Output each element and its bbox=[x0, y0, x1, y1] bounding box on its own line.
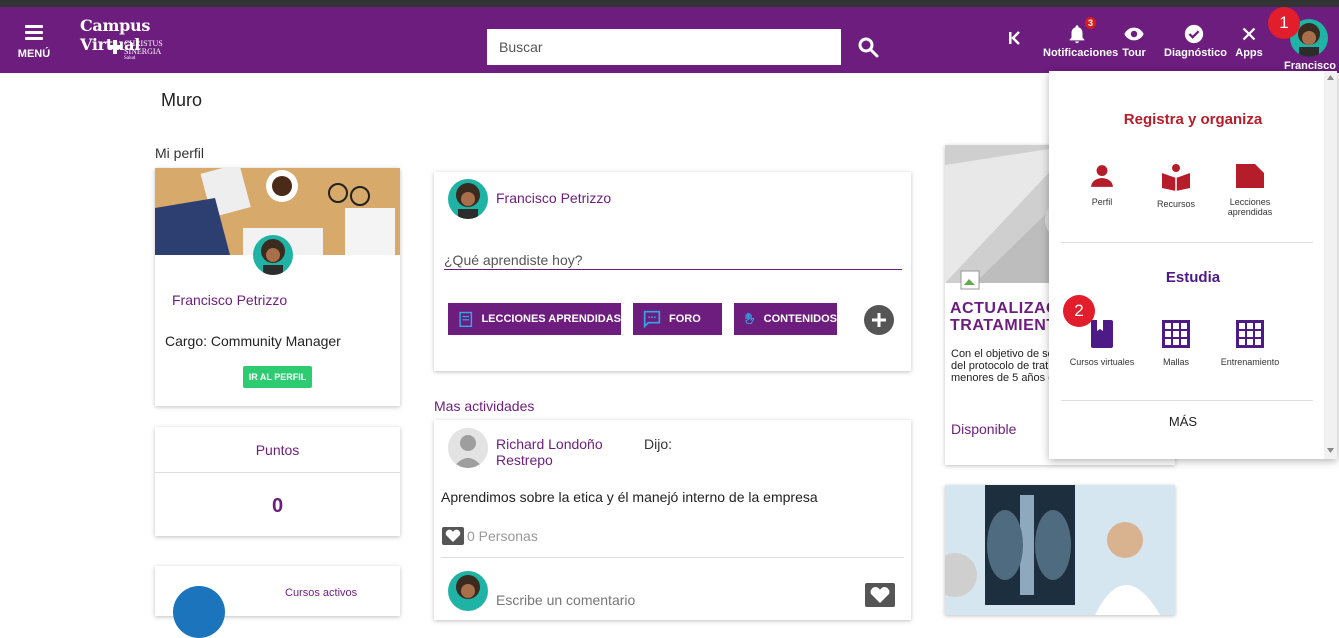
close-icon bbox=[1242, 27, 1256, 41]
step-marker-1: 1 bbox=[1268, 7, 1300, 39]
post-input[interactable]: ¿Qué aprendiste hoy? bbox=[444, 252, 902, 270]
news-status: Disponible bbox=[951, 421, 1017, 437]
lessons-learned-label: LECCIONES APRENDIDAS bbox=[481, 313, 621, 325]
brand-logo[interactable]: Campus Virtual CHRISTUS SINERGIA Salud bbox=[80, 16, 210, 61]
tour-label: Tour bbox=[1122, 47, 1146, 59]
apps-button[interactable]: Apps bbox=[1234, 23, 1264, 59]
forum-label: FORO bbox=[669, 313, 701, 325]
check-circle-icon bbox=[1184, 24, 1204, 44]
go-to-profile-button[interactable]: IR AL PERFIL bbox=[243, 366, 312, 388]
chat-icon bbox=[643, 310, 661, 329]
notifications-label: Notificaciones bbox=[1043, 47, 1119, 59]
composer-avatar bbox=[448, 179, 488, 219]
comment-input[interactable]: Escribe un comentario bbox=[496, 592, 635, 608]
heart-icon[interactable] bbox=[442, 527, 464, 545]
profile-cargo: Cargo: Community Manager bbox=[165, 333, 341, 349]
plus-icon bbox=[872, 313, 886, 327]
active-courses-label: Cursos activos bbox=[285, 587, 358, 599]
hand-icon bbox=[745, 313, 755, 325]
apps-item-entrenamiento[interactable]: Entrenamiento bbox=[1215, 319, 1285, 367]
divider bbox=[441, 557, 904, 558]
courses-icon bbox=[173, 586, 225, 638]
christus-cross-icon bbox=[108, 40, 122, 54]
apps-label: Apps bbox=[1235, 47, 1263, 59]
add-more-button[interactable] bbox=[864, 305, 894, 335]
apps-item-perfil[interactable]: Perfil bbox=[1067, 163, 1137, 207]
estudia-section-title: Estudia bbox=[1165, 269, 1221, 286]
contents-label: CONTENIDOS bbox=[763, 313, 837, 325]
book-open-icon bbox=[1162, 164, 1190, 191]
notifications-badge: 3 bbox=[1085, 17, 1097, 29]
page-title: Muro bbox=[161, 90, 203, 110]
xray-news-card[interactable] bbox=[945, 485, 1175, 615]
search-icon[interactable] bbox=[856, 35, 880, 59]
search-input[interactable] bbox=[487, 29, 841, 65]
commenter-avatar bbox=[448, 571, 488, 611]
author-avatar[interactable] bbox=[448, 428, 488, 468]
contents-button[interactable]: CONTENIDOS bbox=[734, 303, 837, 335]
step-marker-2: 2 bbox=[1063, 295, 1095, 327]
menu-label: MENÚ bbox=[17, 48, 51, 60]
apps-dropdown: Registra y organiza Perfil Recursos Lecc… bbox=[1049, 71, 1337, 459]
profile-section-label: Mi perfil bbox=[155, 145, 205, 161]
heart-icon[interactable] bbox=[865, 583, 895, 607]
menu-button[interactable]: MENÚ bbox=[14, 25, 54, 62]
more-apps-button[interactable]: MÁS bbox=[1049, 414, 1317, 429]
said-label: Dijo: bbox=[644, 436, 673, 452]
apps-item-mallas[interactable]: Mallas bbox=[1141, 319, 1211, 367]
profile-name[interactable]: Francisco Petrizzo bbox=[172, 292, 287, 308]
lessons-learned-button[interactable]: LECCIONES APRENDIDAS bbox=[448, 303, 621, 335]
hamburger-icon bbox=[25, 25, 43, 40]
notifications-button[interactable]: 3 Notificaciones bbox=[1043, 17, 1118, 59]
person-icon bbox=[1091, 165, 1113, 187]
broken-image-icon bbox=[960, 270, 980, 290]
label-icon bbox=[1236, 164, 1264, 188]
header-bar: MENÚ Campus Virtual CHRISTUS SINERGIA Sa… bbox=[0, 7, 1339, 73]
news-body: Con el objetivo de so del protocolo de t… bbox=[951, 348, 1055, 384]
activity-card: Richard Londoño Restrepo Dijo: Aprendimo… bbox=[434, 420, 911, 620]
xray-doctor-image bbox=[945, 485, 1175, 615]
divider bbox=[1061, 400, 1313, 401]
collapse-button[interactable] bbox=[1006, 29, 1024, 49]
points-card: Puntos 0 bbox=[155, 427, 400, 536]
apps-item-recursos[interactable]: Recursos bbox=[1141, 163, 1211, 209]
divider bbox=[155, 472, 400, 473]
grid-icon bbox=[1162, 320, 1190, 348]
author-name[interactable]: Richard Londoño Restrepo bbox=[496, 436, 603, 468]
news-title: ACTUALIZAC TRATAMIENT bbox=[950, 300, 1059, 334]
diagnostico-button[interactable]: Diagnóstico bbox=[1164, 23, 1227, 59]
book-icon bbox=[1091, 320, 1113, 348]
diagnostico-label: Diagnóstico bbox=[1164, 47, 1227, 59]
more-activities-label: Mas actividades bbox=[434, 398, 535, 414]
dropdown-scrollbar[interactable] bbox=[1324, 71, 1337, 459]
first-page-icon bbox=[1009, 31, 1020, 45]
points-label: Puntos bbox=[255, 442, 300, 458]
forum-button[interactable]: FORO bbox=[633, 303, 722, 335]
bell-icon bbox=[1069, 25, 1085, 44]
registra-section-title: Registra y organiza bbox=[1123, 111, 1263, 128]
eye-icon bbox=[1124, 27, 1144, 41]
active-courses-card: Cursos activos bbox=[155, 566, 400, 638]
likes-count: 0 Personas bbox=[467, 528, 538, 544]
brand-subtitle: CHRISTUS SINERGIA Salud bbox=[124, 39, 163, 62]
composer-user-name[interactable]: Francisco Petrizzo bbox=[496, 190, 611, 206]
tour-button[interactable]: Tour bbox=[1120, 23, 1148, 59]
points-value: 0 bbox=[271, 495, 284, 517]
profile-card: Francisco Petrizzo Cargo: Community Mana… bbox=[155, 163, 400, 406]
top-strip bbox=[0, 0, 1339, 7]
grid-icon bbox=[1236, 320, 1264, 348]
profile-avatar[interactable] bbox=[253, 235, 293, 275]
apps-item-lecciones[interactable]: Lecciones aprendidas bbox=[1215, 163, 1285, 217]
notes-icon bbox=[459, 311, 473, 328]
divider bbox=[1061, 242, 1313, 243]
post-composer-card: Francisco Petrizzo ¿Qué aprendiste hoy? … bbox=[434, 172, 911, 371]
post-text: Aprendimos sobre la etica y él manejó in… bbox=[441, 489, 818, 505]
